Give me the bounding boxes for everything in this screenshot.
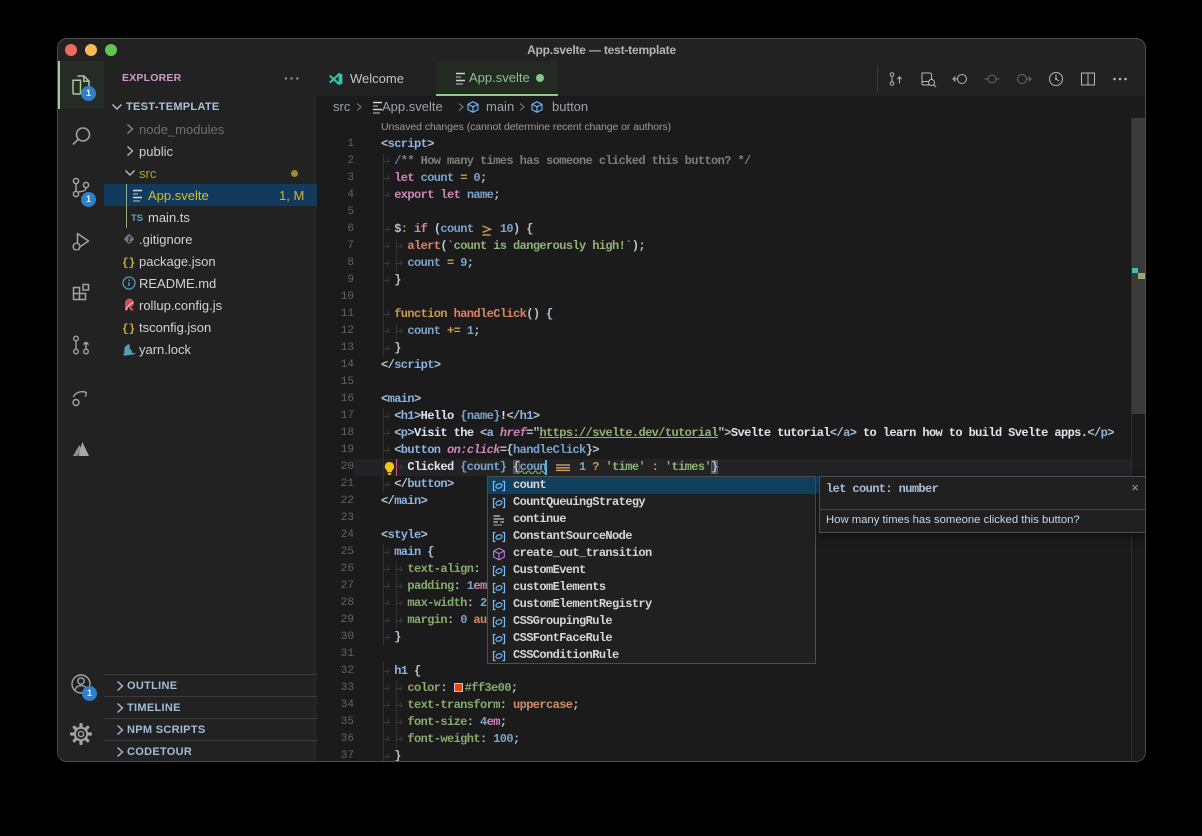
svg-text:{}: {} — [122, 258, 135, 270]
svg-text:{}: {} — [122, 324, 135, 336]
svg-text:TS: TS — [131, 213, 143, 224]
